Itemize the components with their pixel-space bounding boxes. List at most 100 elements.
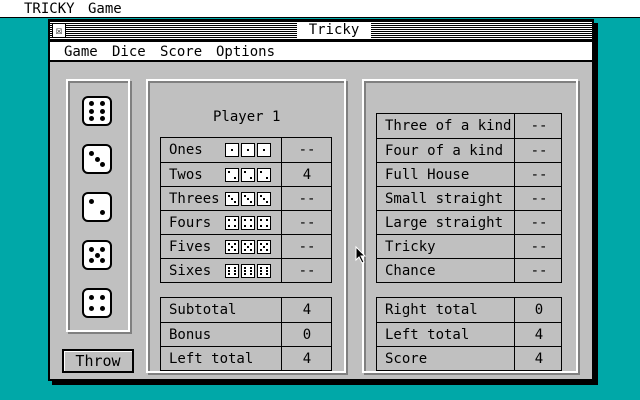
menu-game[interactable]: Game [64,44,98,60]
upper-score-row[interactable]: Fours -- [161,210,331,234]
left-total-value: 4 [302,351,312,367]
die-pip [100,108,106,114]
upper-score-value: -- [298,215,316,231]
tricky-window: ☒ Tricky Game Dice Score Options Throw P… [48,19,594,381]
upper-score-row[interactable]: Threes -- [161,186,331,210]
menu-options[interactable]: Options [216,44,275,60]
desktop-menubar: TRICKY Game [0,0,640,18]
menu-tricky[interactable]: TRICKY [24,1,75,17]
left-total-value: 0 [302,327,312,343]
lower-score-row[interactable]: Full House -- [377,162,561,186]
lower-score-label: Small straight [385,191,504,207]
die-pip [88,115,94,121]
lower-score-value: -- [530,143,548,159]
lower-score-label: Chance [385,263,436,279]
die-pip [88,306,94,312]
left-total-label: Bonus [169,327,212,343]
die-pip [88,294,94,300]
upper-score-value: -- [298,263,316,279]
left-total-row[interactable]: Bonus 0 [161,322,331,346]
lower-score-row[interactable]: Large straight -- [377,210,561,234]
lower-score-label: Three of a kind [385,118,512,134]
menu-game[interactable]: Game [88,1,122,17]
upper-score-label: Twos [169,167,203,183]
die-2[interactable] [82,144,112,174]
category-dice-icon [225,192,273,206]
upper-score-label: Fours [169,215,212,231]
lower-score-row[interactable]: Four of a kind -- [377,138,561,162]
lower-score-value: -- [530,215,548,231]
lower-score-value: -- [530,167,548,183]
die-5[interactable] [82,288,112,318]
player-label: Player 1 [213,109,281,125]
right-total-label: Score [385,351,428,367]
upper-score-label: Fives [169,239,212,255]
left-total-label: Left total [169,351,254,367]
left-total-row[interactable]: Left total 4 [161,346,331,370]
die-pip [88,101,94,107]
game-content: Throw Player 1 Ones -- Twos 4 Threes -- Fours -… [50,62,592,379]
right-total-row[interactable]: Left total 4 [377,322,561,346]
window-menubar: Game Dice Score Options [50,42,592,62]
left-total-row[interactable]: Subtotal 4 [161,298,331,322]
lower-score-label: Full House [385,167,470,183]
right-total-row[interactable]: Right total 0 [377,298,561,322]
die-pip [88,198,94,204]
mouse-pointer-icon [355,245,367,264]
lower-score-row[interactable]: Chance -- [377,258,561,282]
right-total-row[interactable]: Score 4 [377,346,561,370]
die-pip [100,258,106,264]
menu-dice[interactable]: Dice [112,44,146,60]
lower-score-row[interactable]: Tricky -- [377,234,561,258]
die-pip [100,294,106,300]
left-totals-table: Subtotal 4 Bonus 0 Left total 4 [160,297,332,371]
die-3[interactable] [82,192,112,222]
category-dice-icon [225,264,273,278]
upper-score-value: -- [298,239,316,255]
lower-score-row[interactable]: Three of a kind -- [377,114,561,138]
die-pip [88,258,94,264]
title-bar[interactable]: ☒ Tricky [50,21,592,42]
die-pip [100,210,106,216]
die-pip [88,108,94,114]
right-total-value: 0 [534,302,544,318]
lower-score-value: -- [530,191,548,207]
lower-score-value: -- [530,263,548,279]
close-icon[interactable]: ☒ [52,23,66,38]
upper-score-value: -- [298,191,316,207]
lower-score-label: Tricky [385,239,436,255]
window-title: Tricky [297,22,371,39]
die-pip [88,150,94,156]
category-dice-icon [225,143,273,157]
upper-score-value: -- [298,142,316,158]
upper-score-table: Ones -- Twos 4 Threes -- Fours -- Fives -- Sixes -- [160,137,332,283]
upper-score-row[interactable]: Fives -- [161,234,331,258]
throw-button[interactable]: Throw [62,349,134,373]
category-dice-icon [225,168,273,182]
die-4[interactable] [82,240,112,270]
die-1[interactable] [82,96,112,126]
die-pip [100,115,106,121]
right-total-value: 4 [534,327,544,343]
right-totals-table: Right total 0 Left total 4 Score 4 [376,297,562,371]
die-pip [100,306,106,312]
die-pip [94,156,100,162]
right-total-value: 4 [534,351,544,367]
upper-score-row[interactable]: Ones -- [161,138,331,162]
lower-score-row[interactable]: Small straight -- [377,186,561,210]
menu-score[interactable]: Score [160,44,202,60]
die-pip [94,252,100,258]
die-pip [100,162,106,168]
upper-score-row[interactable]: Twos 4 [161,162,331,186]
upper-score-row[interactable]: Sixes -- [161,258,331,282]
upper-score-label: Ones [169,142,203,158]
die-pip [100,246,106,252]
left-total-value: 4 [302,302,312,318]
lower-score-table: Three of a kind -- Four of a kind -- Full Ho… [376,113,562,283]
left-total-label: Subtotal [169,302,237,318]
upper-score-label: Threes [169,191,220,207]
lower-score-value: -- [530,118,548,134]
upper-score-value: 4 [302,167,312,183]
upper-score-label: Sixes [169,263,212,279]
right-total-label: Right total [385,302,478,318]
